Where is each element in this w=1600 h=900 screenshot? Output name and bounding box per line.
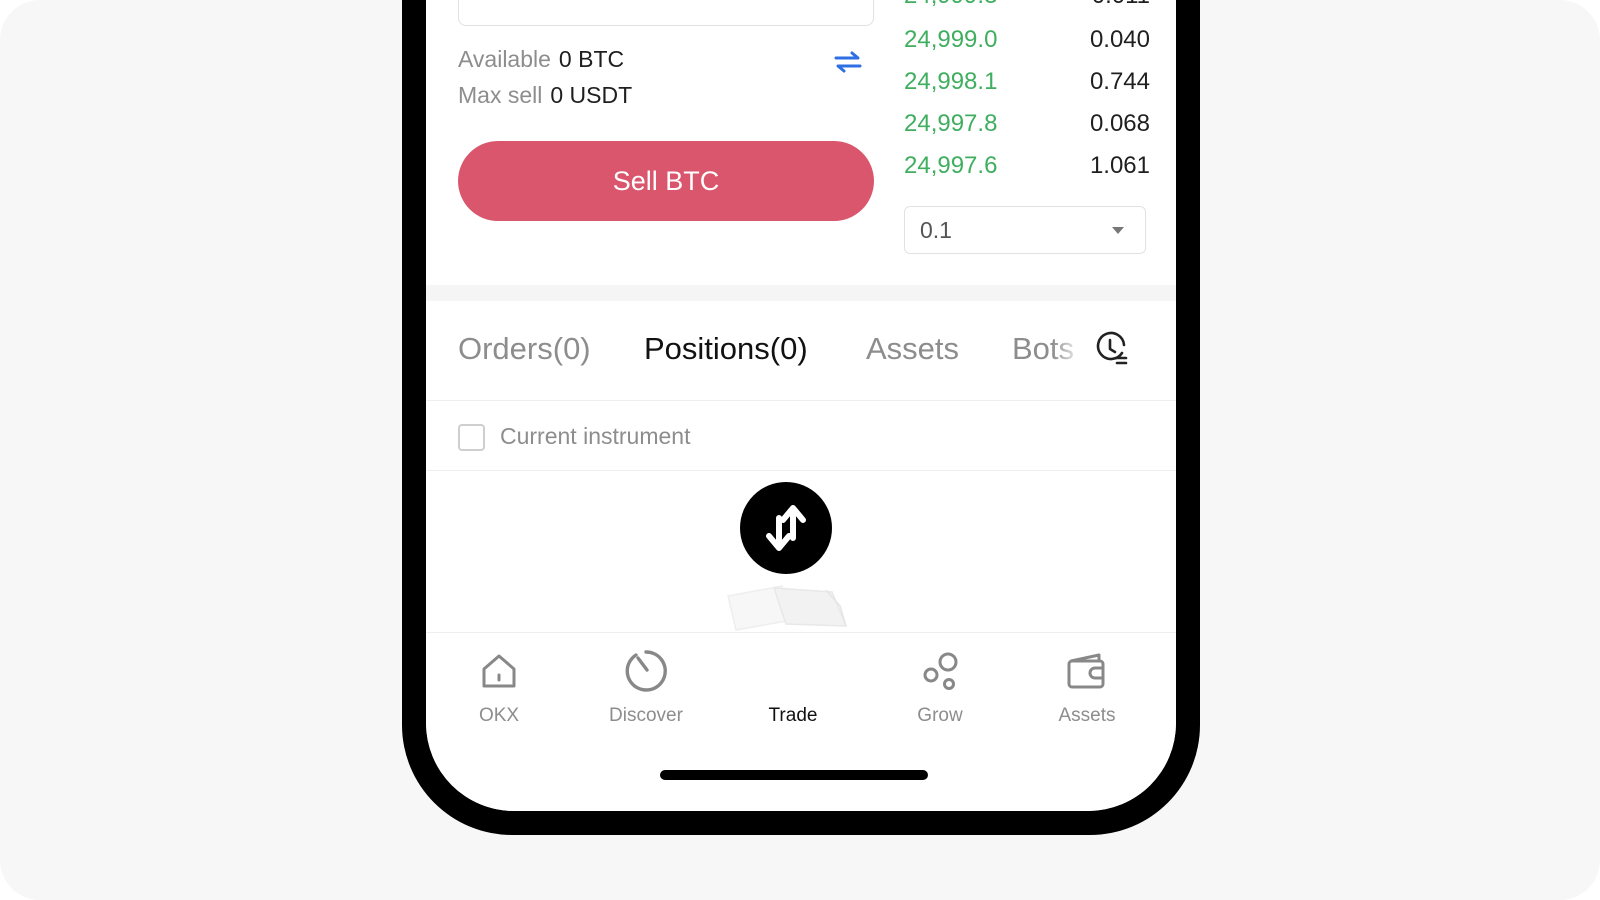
tabbar-label: OKX xyxy=(478,705,520,726)
current-instrument-checkbox[interactable] xyxy=(458,424,485,451)
available-label: Available xyxy=(458,46,551,72)
depth-precision-select[interactable]: 0.1 xyxy=(904,206,1146,254)
order-book-row[interactable]: 24,999.0 0.040 xyxy=(904,26,1150,66)
order-book-qty: 0.744 xyxy=(1089,68,1150,95)
tabbar-item-grow[interactable]: Grow xyxy=(870,633,1010,743)
current-instrument-label[interactable]: Current instrument xyxy=(500,423,690,450)
chevron-down-icon xyxy=(1112,227,1124,234)
tabbar-label: Assets xyxy=(1058,705,1116,726)
order-book-price: 24,997.8 xyxy=(904,110,998,137)
trade-button[interactable] xyxy=(740,482,832,574)
max-sell-row: Max sell 0 USDT xyxy=(458,82,632,109)
filter-row: Current instrument xyxy=(426,401,1176,471)
tabbar-item-assets[interactable]: Assets xyxy=(1017,633,1157,743)
order-book-price: 24,997.6 xyxy=(904,152,998,179)
order-history-icon[interactable] xyxy=(1094,331,1128,367)
order-book-qty: 0.011 xyxy=(1092,0,1150,10)
available-row: Available 0 BTC xyxy=(458,46,624,73)
tab-orders[interactable]: Orders(0) xyxy=(458,331,591,367)
home-indicator[interactable] xyxy=(660,770,928,780)
page-background: Available 0 BTC Max sell 0 USDT Sell BTC 2… xyxy=(0,0,1600,900)
tabbar-label: Grow xyxy=(917,705,963,726)
order-book-price: 24,999.0 xyxy=(904,26,998,53)
sell-btc-button[interactable]: Sell BTC xyxy=(458,141,874,221)
order-book-row[interactable]: 24,999.3 0.011 xyxy=(904,0,1150,22)
empty-state-illustration-icon xyxy=(727,585,848,631)
discover-icon xyxy=(625,650,667,692)
depth-precision-value: 0.1 xyxy=(920,217,952,243)
home-icon xyxy=(482,654,516,688)
trade-swap-icon xyxy=(766,505,806,551)
order-book-qty: 1.061 xyxy=(1089,152,1150,179)
transfer-icon[interactable] xyxy=(834,50,862,74)
phone-screen: Available 0 BTC Max sell 0 USDT Sell BTC 2… xyxy=(426,0,1176,811)
tabbar-item-trade[interactable]: Trade xyxy=(723,633,863,743)
section-divider xyxy=(426,285,1176,301)
order-book-row[interactable]: 24,998.1 0.744 xyxy=(904,68,1150,108)
order-book-qty: 0.040 xyxy=(1089,26,1150,53)
order-book-row[interactable]: 24,997.8 0.068 xyxy=(904,110,1150,150)
tabbar-label: Trade xyxy=(768,705,818,726)
tab-scroll-fade xyxy=(1052,321,1096,381)
wallet-icon xyxy=(1067,653,1105,689)
bottom-tab-bar: OKX Discover Trade Grow Assets xyxy=(426,632,1176,811)
tabbar-item-okx[interactable]: OKX xyxy=(429,633,569,743)
tabbar-item-discover[interactable]: Discover xyxy=(576,633,716,743)
order-tabs: Orders(0) Positions(0) Assets Bots xyxy=(426,301,1176,401)
grow-icon xyxy=(923,652,958,690)
available-value: 0 BTC xyxy=(558,46,625,72)
order-book-price: 24,999.3 xyxy=(904,0,997,10)
order-book-price: 24,998.1 xyxy=(904,68,998,95)
order-book-qty: 0.068 xyxy=(1089,110,1150,137)
order-book-row[interactable]: 24,997.6 1.061 xyxy=(904,152,1150,192)
max-sell-label: Max sell xyxy=(458,82,543,108)
tabbar-label: Discover xyxy=(609,705,683,726)
tab-assets[interactable]: Assets xyxy=(866,331,959,367)
tab-positions[interactable]: Positions(0) xyxy=(644,331,808,367)
max-sell-value: 0 USDT xyxy=(550,82,633,108)
amount-input[interactable] xyxy=(458,0,874,26)
